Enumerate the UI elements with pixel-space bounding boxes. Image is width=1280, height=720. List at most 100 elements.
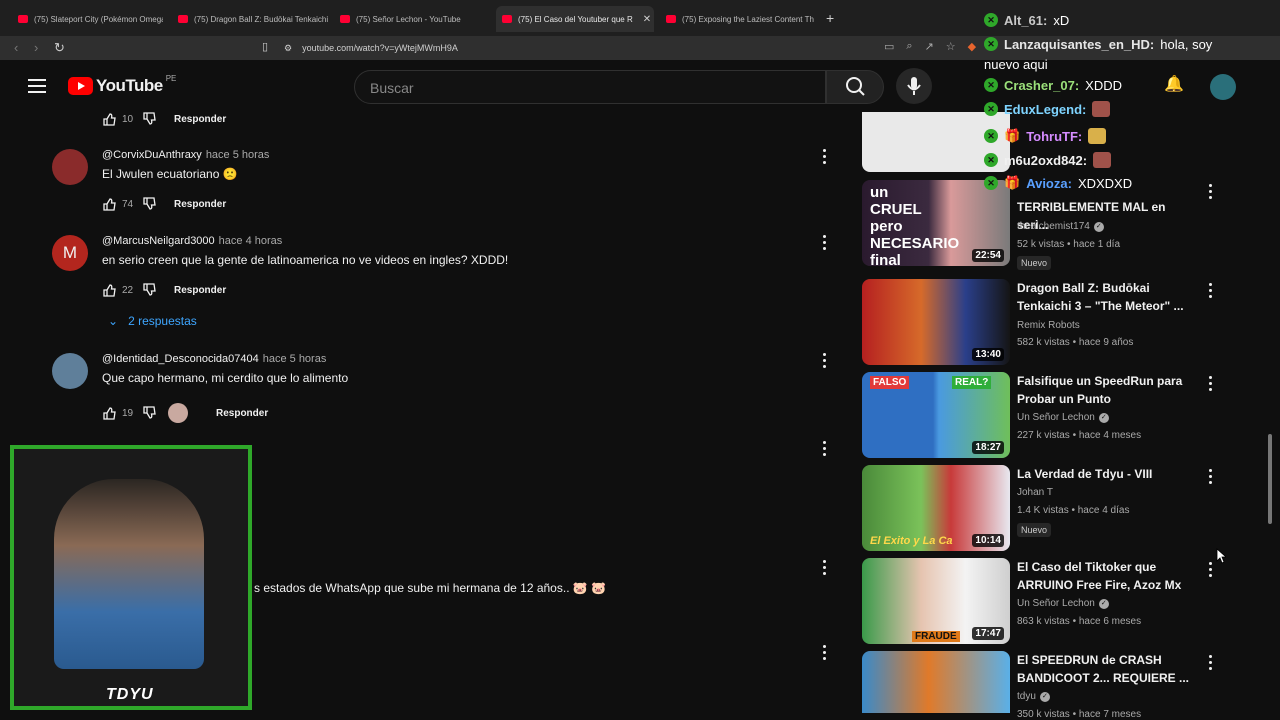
comment-menu-icon[interactable] — [823, 235, 827, 251]
video-menu-icon[interactable] — [1209, 376, 1213, 392]
dislike-icon[interactable] — [142, 112, 156, 126]
xbox-badge-icon: ✕ — [984, 78, 998, 92]
site-info-icon[interactable]: ⚙ — [284, 43, 292, 54]
video-duration: 13:40 — [972, 348, 1004, 361]
thumbnail-text: REAL? — [952, 376, 992, 389]
dislike-icon[interactable] — [142, 283, 156, 297]
reply-button[interactable]: Responder — [174, 285, 226, 296]
avatar[interactable]: M — [52, 235, 88, 271]
stream-chat-overlay: ✕ Alt_61: xD ✕ Lanzaquisantes_en_HD: hol… — [984, 10, 1270, 198]
video-duration: 10:14 — [972, 534, 1004, 547]
video-menu-icon[interactable] — [1209, 469, 1213, 485]
brave-shield-icon[interactable]: ◆ — [968, 40, 976, 53]
video-channel[interactable]: Remix Robots — [1017, 320, 1080, 331]
share-icon[interactable]: ↗ — [925, 40, 934, 53]
comment-time[interactable]: hace 4 horas — [219, 235, 283, 247]
new-badge: Nuevo — [1017, 256, 1052, 270]
comment-menu-icon[interactable] — [823, 353, 827, 369]
page-scrollbar[interactable] — [1268, 112, 1274, 712]
like-icon[interactable] — [102, 197, 116, 211]
replies-toggle[interactable]: ⌄ 2 respuestas — [108, 314, 197, 328]
browser-tab[interactable]: (75) Dragon Ball Z: Budōkai Tenkaichi — [178, 8, 328, 30]
related-video[interactable]: El SPEEDRUN de CRASH BANDICOOT 2... REQU… — [862, 651, 1262, 720]
forward-icon[interactable]: › — [34, 40, 38, 55]
video-title[interactable]: El Caso del Tiktoker que ARRUINO Free Fi… — [1017, 558, 1197, 594]
zoom-icon[interactable]: ⌕ — [906, 40, 912, 53]
video-title[interactable]: El SPEEDRUN de CRASH BANDICOOT 2... REQU… — [1017, 651, 1197, 687]
streamer-figure — [54, 479, 204, 669]
comment-menu-icon[interactable] — [823, 645, 827, 661]
voice-search-button[interactable] — [896, 68, 932, 104]
star-icon[interactable]: ☆ — [946, 40, 956, 53]
search-button[interactable] — [826, 70, 884, 104]
video-channel[interactable]: tdyu ✓ — [1017, 691, 1050, 702]
comment: @Identidad_Desconocida07404 hace 5 horas … — [52, 353, 832, 423]
comment-actions: 10 Responder — [50, 112, 226, 126]
back-icon[interactable]: ‹ — [14, 40, 18, 55]
reply-button[interactable]: Responder — [174, 199, 226, 210]
youtube-logo[interactable]: YouTube PE — [68, 73, 177, 96]
chat-message: nuevo aqui — [984, 54, 1048, 74]
video-menu-icon[interactable] — [1209, 562, 1213, 578]
comment-time[interactable]: hace 5 horas — [206, 149, 270, 161]
new-tab-button[interactable]: + — [826, 10, 834, 26]
dislike-icon[interactable] — [142, 197, 156, 211]
reply-button[interactable]: Responder — [216, 408, 268, 419]
video-meta: 863 k vistas • hace 6 meses — [1017, 616, 1142, 627]
install-icon[interactable]: ▭ — [884, 40, 894, 53]
browser-tab[interactable]: (75) Slateport City (Pokémon Omega — [18, 8, 163, 30]
related-video[interactable]: FRAUDE 17:47 El Caso del Tiktoker que AR… — [862, 558, 1262, 648]
browser-tab-active[interactable]: (75) El Caso del Youtuber que R ✕ — [496, 6, 654, 32]
related-video[interactable]: FALSO REAL? 18:27 Falsifique un SpeedRun… — [862, 372, 1262, 462]
related-video[interactable]: 13:40 Dragon Ball Z: Budōkai Tenkaichi 3… — [862, 279, 1262, 369]
hamburger-menu-icon[interactable] — [28, 79, 46, 93]
avatar[interactable] — [52, 353, 88, 389]
comment-author[interactable]: @CorvixDuAnthraxy — [102, 149, 202, 161]
dislike-icon[interactable] — [142, 406, 156, 420]
gift-badge-icon: 🎁 — [1004, 175, 1021, 190]
video-duration: 18:27 — [972, 441, 1004, 454]
video-thumbnail[interactable]: El Exito y La Ca 10:14 — [862, 465, 1010, 551]
like-count: 74 — [122, 198, 134, 210]
chat-text: XDXDXD — [1077, 175, 1133, 191]
video-channel[interactable]: Un Señor Lechon ✓ — [1017, 412, 1109, 423]
video-title[interactable]: Falsifique un SpeedRun para Probar un Pu… — [1017, 372, 1197, 408]
video-channel[interactable]: Un Señor Lechon ✓ — [1017, 598, 1109, 609]
comment-menu-icon[interactable] — [823, 441, 827, 457]
url-text: youtube.com/watch?v=yWtejMWmH9A — [302, 43, 458, 53]
avatar[interactable] — [52, 149, 88, 185]
mouse-cursor-icon — [1216, 548, 1226, 564]
video-thumbnail[interactable]: 13:40 — [862, 279, 1010, 365]
close-tab-icon[interactable]: ✕ — [643, 14, 651, 25]
like-icon[interactable] — [102, 283, 116, 297]
video-title[interactable]: La Verdad de Tdyu - VIII — [1017, 465, 1197, 483]
bookmark-icon[interactable]: ▯ — [262, 40, 268, 53]
like-icon[interactable] — [102, 406, 116, 420]
creator-heart-avatar — [168, 403, 188, 423]
comment-author[interactable]: @Identidad_Desconocida07404 — [102, 353, 259, 365]
video-meta: 350 k vistas • hace 7 meses — [1017, 709, 1142, 720]
video-channel[interactable]: thealchemist174 ✓ — [1017, 221, 1104, 232]
comment-author[interactable]: @MarcusNeilgard3000 — [102, 235, 215, 247]
browser-tab[interactable]: (75) Señor Lechon - YouTube — [340, 8, 490, 30]
comment-time[interactable]: hace 5 horas — [263, 353, 327, 365]
reload-icon[interactable]: ↻ — [54, 40, 65, 56]
microphone-icon — [907, 77, 921, 95]
like-icon[interactable] — [102, 112, 116, 126]
search-input[interactable]: Buscar — [354, 70, 826, 104]
comment-menu-icon[interactable] — [823, 560, 827, 576]
video-channel[interactable]: Johan T — [1017, 487, 1053, 498]
comment-menu-icon[interactable] — [823, 149, 827, 165]
video-thumbnail[interactable]: FRAUDE 17:47 — [862, 558, 1010, 644]
video-meta: 227 k vistas • hace 4 meses — [1017, 430, 1142, 441]
scrollbar-thumb[interactable] — [1268, 434, 1272, 524]
reply-button[interactable]: Responder — [174, 114, 226, 125]
video-menu-icon[interactable] — [1209, 283, 1213, 299]
video-thumbnail[interactable]: FALSO REAL? 18:27 — [862, 372, 1010, 458]
country-code: PE — [165, 73, 177, 83]
browser-tab[interactable]: (75) Exposing the Laziest Content Th — [666, 8, 816, 30]
video-thumbnail[interactable] — [862, 651, 1010, 713]
video-menu-icon[interactable] — [1209, 655, 1213, 671]
related-video[interactable]: El Exito y La Ca 10:14 La Verdad de Tdyu… — [862, 465, 1262, 555]
video-title[interactable]: Dragon Ball Z: Budōkai Tenkaichi 3 – "Th… — [1017, 279, 1197, 315]
